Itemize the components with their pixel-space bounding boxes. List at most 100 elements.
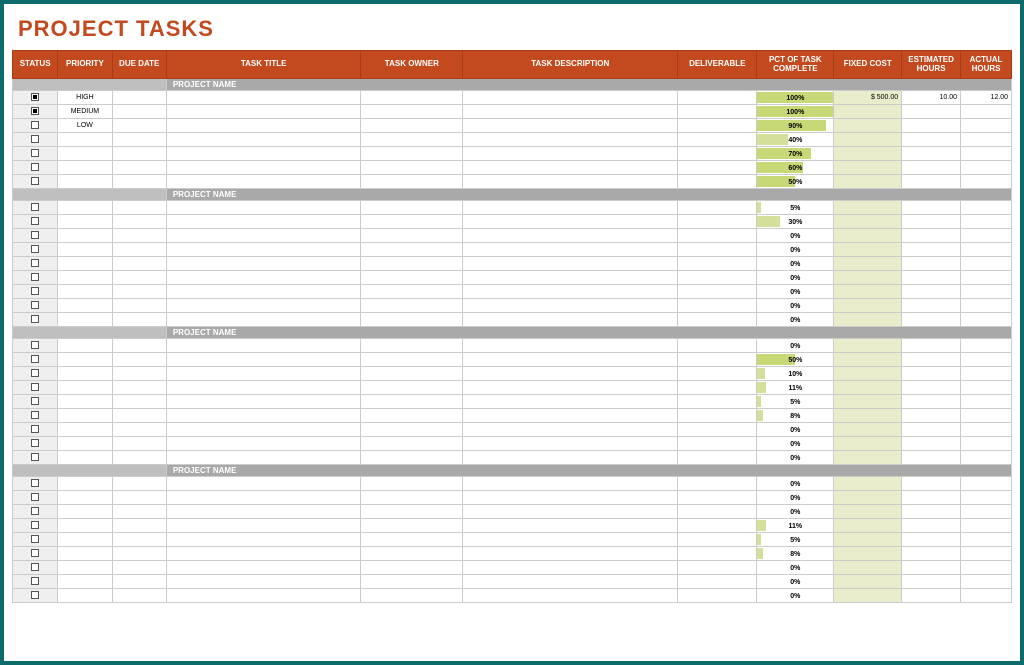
task-description-cell[interactable] xyxy=(463,243,678,257)
act-hours-cell[interactable] xyxy=(961,533,1012,547)
pct-complete-cell[interactable]: 90% xyxy=(757,119,834,133)
due-date-cell[interactable] xyxy=(112,505,166,519)
priority-cell[interactable] xyxy=(58,477,112,491)
deliverable-cell[interactable] xyxy=(678,147,757,161)
task-description-cell[interactable] xyxy=(463,229,678,243)
fixed-cost-cell[interactable] xyxy=(834,257,902,271)
pct-complete-cell[interactable]: 0% xyxy=(757,257,834,271)
act-hours-cell[interactable] xyxy=(961,491,1012,505)
status-checkbox[interactable] xyxy=(31,577,39,585)
act-hours-cell[interactable] xyxy=(961,519,1012,533)
due-date-cell[interactable] xyxy=(112,423,166,437)
pct-complete-cell[interactable]: 0% xyxy=(757,491,834,505)
due-date-cell[interactable] xyxy=(112,105,166,119)
deliverable-cell[interactable] xyxy=(678,519,757,533)
est-hours-cell[interactable] xyxy=(902,395,961,409)
task-title-cell[interactable] xyxy=(166,229,361,243)
fixed-cost-cell[interactable] xyxy=(834,395,902,409)
task-description-cell[interactable] xyxy=(463,175,678,189)
fixed-cost-cell[interactable] xyxy=(834,491,902,505)
deliverable-cell[interactable] xyxy=(678,547,757,561)
status-checkbox[interactable] xyxy=(31,93,39,101)
task-title-cell[interactable] xyxy=(166,91,361,105)
task-description-cell[interactable] xyxy=(463,437,678,451)
due-date-cell[interactable] xyxy=(112,119,166,133)
act-hours-cell[interactable] xyxy=(961,477,1012,491)
est-hours-cell[interactable] xyxy=(902,437,961,451)
deliverable-cell[interactable] xyxy=(678,105,757,119)
status-checkbox[interactable] xyxy=(31,203,39,211)
due-date-cell[interactable] xyxy=(112,533,166,547)
fixed-cost-cell[interactable] xyxy=(834,589,902,603)
status-cell[interactable] xyxy=(13,353,58,367)
due-date-cell[interactable] xyxy=(112,561,166,575)
task-title-cell[interactable] xyxy=(166,215,361,229)
act-hours-cell[interactable] xyxy=(961,313,1012,327)
due-date-cell[interactable] xyxy=(112,299,166,313)
deliverable-cell[interactable] xyxy=(678,367,757,381)
task-title-cell[interactable] xyxy=(166,175,361,189)
deliverable-cell[interactable] xyxy=(678,505,757,519)
task-title-cell[interactable] xyxy=(166,491,361,505)
est-hours-cell[interactable] xyxy=(902,257,961,271)
due-date-cell[interactable] xyxy=(112,589,166,603)
act-hours-cell[interactable] xyxy=(961,547,1012,561)
est-hours-cell[interactable] xyxy=(902,105,961,119)
est-hours-cell[interactable] xyxy=(902,147,961,161)
status-checkbox[interactable] xyxy=(31,479,39,487)
task-owner-cell[interactable] xyxy=(361,561,463,575)
fixed-cost-cell[interactable] xyxy=(834,119,902,133)
deliverable-cell[interactable] xyxy=(678,229,757,243)
priority-cell[interactable] xyxy=(58,271,112,285)
task-title-cell[interactable] xyxy=(166,575,361,589)
status-cell[interactable] xyxy=(13,257,58,271)
task-owner-cell[interactable] xyxy=(361,133,463,147)
priority-cell[interactable] xyxy=(58,589,112,603)
deliverable-cell[interactable] xyxy=(678,423,757,437)
due-date-cell[interactable] xyxy=(112,229,166,243)
deliverable-cell[interactable] xyxy=(678,175,757,189)
task-description-cell[interactable] xyxy=(463,505,678,519)
due-date-cell[interactable] xyxy=(112,451,166,465)
task-title-cell[interactable] xyxy=(166,589,361,603)
status-checkbox[interactable] xyxy=(31,535,39,543)
act-hours-cell[interactable] xyxy=(961,175,1012,189)
task-description-cell[interactable] xyxy=(463,285,678,299)
status-cell[interactable] xyxy=(13,477,58,491)
act-hours-cell[interactable] xyxy=(961,215,1012,229)
due-date-cell[interactable] xyxy=(112,353,166,367)
pct-complete-cell[interactable]: 100% xyxy=(757,105,834,119)
status-cell[interactable] xyxy=(13,381,58,395)
fixed-cost-cell[interactable] xyxy=(834,299,902,313)
status-cell[interactable] xyxy=(13,395,58,409)
pct-complete-cell[interactable]: 11% xyxy=(757,381,834,395)
act-hours-cell[interactable] xyxy=(961,271,1012,285)
est-hours-cell[interactable] xyxy=(902,201,961,215)
status-cell[interactable] xyxy=(13,409,58,423)
fixed-cost-cell[interactable] xyxy=(834,519,902,533)
fixed-cost-cell[interactable] xyxy=(834,381,902,395)
est-hours-cell[interactable] xyxy=(902,533,961,547)
due-date-cell[interactable] xyxy=(112,491,166,505)
status-checkbox[interactable] xyxy=(31,369,39,377)
act-hours-cell[interactable] xyxy=(961,423,1012,437)
pct-complete-cell[interactable]: 0% xyxy=(757,477,834,491)
est-hours-cell[interactable] xyxy=(902,367,961,381)
act-hours-cell[interactable] xyxy=(961,561,1012,575)
deliverable-cell[interactable] xyxy=(678,533,757,547)
priority-cell[interactable] xyxy=(58,201,112,215)
priority-cell[interactable] xyxy=(58,533,112,547)
due-date-cell[interactable] xyxy=(112,243,166,257)
task-description-cell[interactable] xyxy=(463,119,678,133)
task-owner-cell[interactable] xyxy=(361,257,463,271)
fixed-cost-cell[interactable] xyxy=(834,271,902,285)
deliverable-cell[interactable] xyxy=(678,353,757,367)
task-owner-cell[interactable] xyxy=(361,175,463,189)
status-cell[interactable] xyxy=(13,229,58,243)
pct-complete-cell[interactable]: 0% xyxy=(757,423,834,437)
priority-cell[interactable] xyxy=(58,175,112,189)
pct-complete-cell[interactable]: 8% xyxy=(757,547,834,561)
task-description-cell[interactable] xyxy=(463,299,678,313)
status-checkbox[interactable] xyxy=(31,301,39,309)
status-cell[interactable] xyxy=(13,119,58,133)
